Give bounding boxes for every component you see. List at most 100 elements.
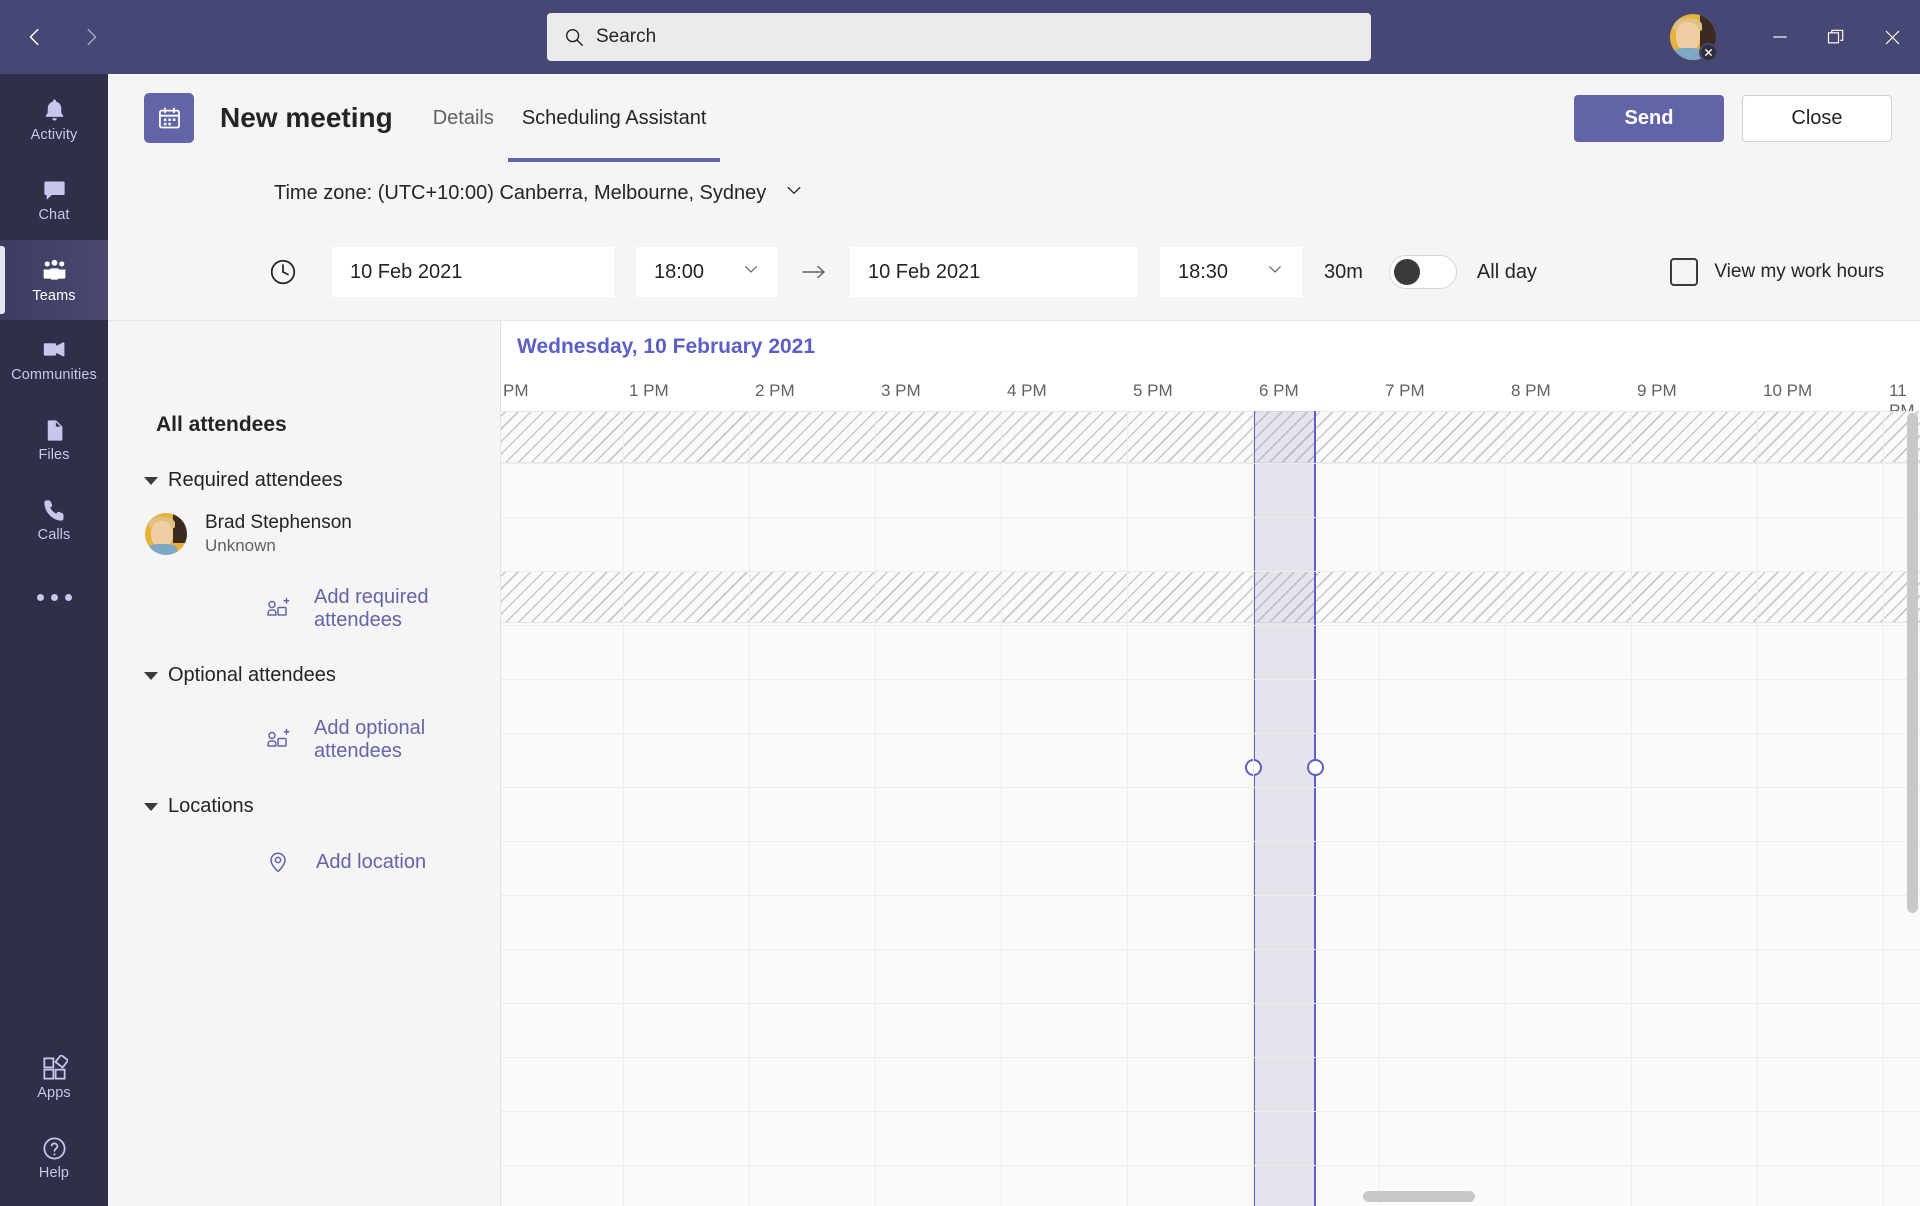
- rail-item-help[interactable]: Help: [0, 1118, 108, 1198]
- meeting-header: New meeting Details Scheduling Assistant…: [108, 74, 1920, 162]
- rail-item-label: Files: [38, 447, 70, 464]
- avatar[interactable]: [1670, 14, 1718, 62]
- add-person-icon: [266, 597, 292, 621]
- scheduling-assistant: All attendees Required attendees Brad St…: [108, 320, 1920, 1206]
- rail-item-label: Teams: [32, 288, 76, 305]
- grid-vline: [1001, 411, 1002, 1206]
- attendee-name: Brad Stephenson: [205, 512, 352, 533]
- horizontal-scrollbar[interactable]: [1363, 1191, 1475, 1202]
- hour-label: 4 PM: [1007, 381, 1047, 400]
- dot-icon: [50, 593, 58, 601]
- timezone-label: Time zone: (UTC+10:00) Canberra, Melbour…: [274, 181, 767, 204]
- grid-vline: [623, 411, 624, 1206]
- start-date-field[interactable]: 10 Feb 2021: [332, 247, 614, 297]
- group-label: Required attendees: [168, 469, 343, 491]
- grid-vline: [1253, 411, 1254, 1206]
- attendees-panel: All attendees Required attendees Brad St…: [108, 321, 501, 1206]
- rail-item-label: Communities: [11, 367, 97, 384]
- attendee-status: Unknown: [205, 536, 276, 555]
- search-container: Search: [547, 13, 1371, 61]
- day-label: Wednesday, 10 February 2021: [517, 335, 816, 358]
- grid-vline: [1505, 411, 1506, 1206]
- rail-item-calls[interactable]: Calls: [0, 480, 108, 560]
- rail-more-button[interactable]: [0, 560, 108, 634]
- grid-vline: [1757, 411, 1758, 1206]
- availability-grid: Wednesday, 10 February 2021 PM 1 PM 2 PM 3 …: [501, 321, 1920, 1206]
- group-locations[interactable]: Locations: [108, 795, 500, 818]
- minimize-button[interactable]: [1752, 0, 1808, 74]
- all-day-label: All day: [1476, 260, 1537, 283]
- grid-vline: [1379, 411, 1380, 1206]
- hour-label: 6 PM: [1259, 381, 1299, 400]
- add-required-attendees-button[interactable]: Add required attendees: [108, 586, 500, 632]
- chat-icon: [41, 177, 68, 204]
- nav-buttons: [18, 20, 108, 54]
- grid-vline: [1883, 411, 1884, 1206]
- chevron-down-icon: [1266, 260, 1284, 284]
- clock-icon: [268, 257, 302, 287]
- duration-label: 30m: [1324, 260, 1363, 283]
- end-date-field[interactable]: 10 Feb 2021: [850, 247, 1138, 297]
- rail-item-apps[interactable]: Apps: [0, 1038, 108, 1118]
- group-required-attendees[interactable]: Required attendees: [108, 469, 500, 492]
- selection-handle-end[interactable]: [1307, 759, 1324, 776]
- restore-button[interactable]: [1808, 0, 1864, 74]
- rail-item-label: Apps: [37, 1085, 71, 1102]
- add-link-label: Add optional attendees: [314, 717, 426, 762]
- start-time-field[interactable]: 18:00: [636, 247, 778, 297]
- add-location-button[interactable]: Add location: [108, 850, 500, 874]
- rail-item-label: Calls: [37, 527, 71, 544]
- grid-hline: [501, 1165, 1920, 1166]
- view-work-hours-label: View my work hours: [1714, 261, 1884, 282]
- main-content: New meeting Details Scheduling Assistant…: [108, 74, 1920, 1206]
- grid-hline: [501, 949, 1920, 950]
- grid-hline: [501, 841, 1920, 842]
- attendee-info: Brad Stephenson Unknown: [205, 512, 352, 556]
- rail-item-teams[interactable]: Teams: [0, 240, 108, 320]
- add-optional-attendees-button[interactable]: Add optional attendees: [108, 717, 500, 763]
- busy-row-all-attendees: [501, 411, 1920, 463]
- rail-item-communities[interactable]: Y Communities: [0, 320, 108, 400]
- hour-label: PM: [503, 381, 529, 400]
- timezone-selector[interactable]: Time zone: (UTC+10:00) Canberra, Melbour…: [274, 180, 804, 206]
- all-day-toggle[interactable]: [1388, 255, 1457, 289]
- header-actions: Send Close: [1574, 94, 1892, 142]
- add-person-icon: [266, 728, 292, 752]
- end-time-field[interactable]: 18:30: [1160, 247, 1302, 297]
- send-button[interactable]: Send: [1574, 94, 1724, 142]
- search-input[interactable]: Search: [547, 13, 1371, 61]
- tab-details[interactable]: Details: [419, 74, 508, 162]
- grid-hline: [501, 733, 1920, 734]
- hour-label: 9 PM: [1637, 381, 1677, 400]
- grid-hline: [501, 895, 1920, 896]
- forward-button[interactable]: [74, 20, 108, 54]
- grid-body[interactable]: [501, 411, 1920, 1206]
- day-header: Wednesday, 10 February 2021: [501, 321, 1920, 373]
- caret-down-icon: [144, 802, 158, 811]
- vertical-scrollbar[interactable]: [1907, 413, 1918, 913]
- grid-hline: [501, 1003, 1920, 1004]
- back-button[interactable]: [18, 20, 52, 54]
- grid-vline: [875, 411, 876, 1206]
- hour-label: 5 PM: [1133, 381, 1173, 400]
- view-work-hours-checkbox[interactable]: View my work hours: [1670, 258, 1884, 286]
- search-placeholder: Search: [596, 26, 657, 47]
- rail-item-activity[interactable]: Activity: [0, 80, 108, 160]
- hour-label: 8 PM: [1511, 381, 1551, 400]
- status-badge-do-not-disturb: [1699, 43, 1718, 62]
- time-selection-band[interactable]: [1245, 411, 1324, 1206]
- calendar-icon: [144, 93, 194, 143]
- datetime-row: 10 Feb 2021 18:00 10 Feb 2021 18:30 30m …: [108, 224, 1920, 320]
- grid-hline: [501, 517, 1920, 518]
- close-button[interactable]: [1864, 0, 1920, 74]
- hour-label: 7 PM: [1385, 381, 1425, 400]
- caret-down-icon: [144, 671, 158, 680]
- attendee-row[interactable]: Brad Stephenson Unknown: [108, 512, 500, 556]
- rail-item-chat[interactable]: Chat: [0, 160, 108, 240]
- rail-item-files[interactable]: Files: [0, 400, 108, 480]
- hour-label: 3 PM: [881, 381, 921, 400]
- close-meeting-button[interactable]: Close: [1742, 94, 1892, 142]
- group-optional-attendees[interactable]: Optional attendees: [108, 664, 500, 687]
- dot-icon: [64, 593, 72, 601]
- tab-scheduling-assistant[interactable]: Scheduling Assistant: [507, 74, 721, 162]
